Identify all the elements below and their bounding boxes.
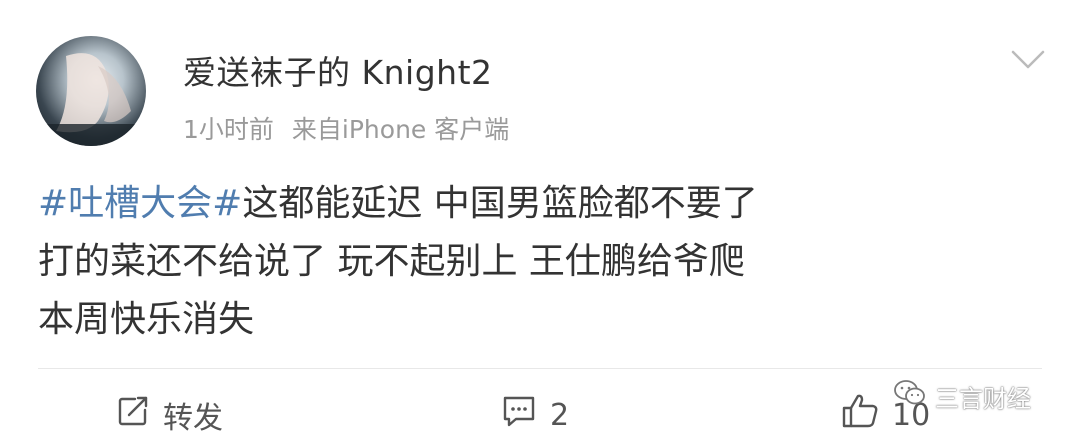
post-line-2: 打的菜还不给说了 玩不起别上 王仕鹏给爷爬 bbox=[38, 241, 745, 282]
comment-icon bbox=[500, 393, 538, 437]
divider bbox=[38, 368, 1042, 369]
watermark: 三言财经 bbox=[893, 376, 1031, 416]
post-source: 来自iPhone 客户端 bbox=[291, 115, 510, 144]
post-text-1: 这都能延迟 中国男篮脸都不要了 bbox=[242, 183, 758, 224]
watermark-text: 三言财经 bbox=[935, 384, 1031, 413]
repost-label: 转发 bbox=[163, 401, 223, 436]
comment-button[interactable]: 2 bbox=[500, 395, 569, 435]
avatar[interactable] bbox=[36, 36, 146, 146]
post-meta: 1小时前 来自iPhone 客户端 bbox=[183, 110, 509, 146]
username[interactable]: 爱送袜子的 Knight2 bbox=[183, 46, 493, 94]
post-time: 1小时前 bbox=[183, 115, 274, 144]
post-line-1: #吐槽大会#这都能延迟 中国男篮脸都不要了 bbox=[38, 175, 1048, 233]
post-content: #吐槽大会#这都能延迟 中国男篮脸都不要了 打的菜还不给说了 玩不起别上 王仕鹏… bbox=[38, 175, 1048, 349]
wechat-icon bbox=[893, 379, 927, 413]
comment-count: 2 bbox=[550, 397, 570, 433]
chevron-down-icon[interactable] bbox=[1010, 48, 1046, 72]
weibo-post-card: 爱送袜子的 Knight2 1小时前 来自iPhone 客户端 #吐槽大会#这都能… bbox=[0, 0, 1080, 443]
repost-button[interactable]: 转发 bbox=[115, 393, 223, 437]
hashtag-link[interactable]: #吐槽大会# bbox=[38, 183, 242, 224]
post-line-3: 本周快乐消失 bbox=[38, 299, 255, 340]
repost-icon bbox=[115, 393, 151, 437]
like-icon bbox=[840, 392, 880, 438]
